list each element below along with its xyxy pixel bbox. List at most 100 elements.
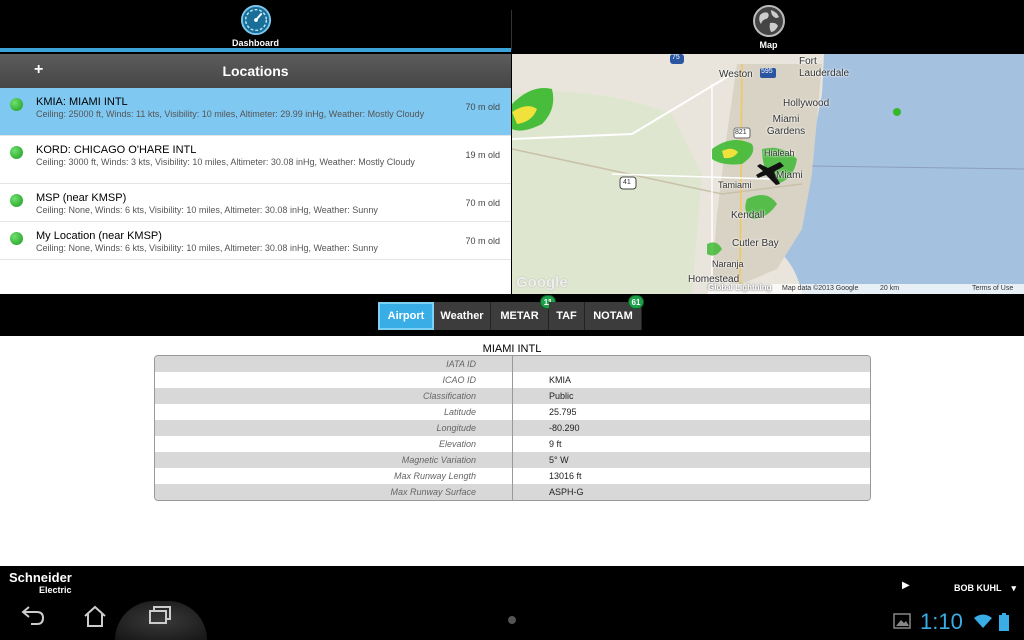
google-logo: Google <box>516 274 568 291</box>
table-row: Max Runway Length 13016 ft <box>155 468 870 484</box>
recent-apps-icon <box>149 606 171 624</box>
page-indicator-dot <box>508 616 516 624</box>
map-place-label: Cutler Bay <box>732 238 779 249</box>
row-key: ICAO ID <box>155 372 513 388</box>
locations-title: Locations <box>222 63 289 79</box>
brand-sub: Electric <box>39 585 72 595</box>
location-age: 19 m old <box>465 150 500 160</box>
schneider-logo: Schneider Electric <box>9 570 72 596</box>
gauge-icon <box>240 4 271 36</box>
table-row: ICAO ID KMIA <box>155 372 870 388</box>
tab-metar[interactable]: METAR 11 <box>491 295 556 330</box>
row-value: Public <box>549 391 574 401</box>
nav-dashboard-label: Dashboard <box>231 38 279 48</box>
location-detail: Ceiling: None, Winds: 6 kts, Visibility:… <box>36 243 378 253</box>
table-row: Elevation 9 ft <box>155 436 870 452</box>
row-value <box>513 356 549 372</box>
user-name: BOB KUHL <box>954 583 1002 593</box>
tab-label: Weather <box>440 310 484 322</box>
row-key: Longitude <box>155 420 513 436</box>
airport-info-panel: MIAMI INTL IATA ID ICAO ID KMIA Classific… <box>0 336 1024 566</box>
location-age: 70 m old <box>465 198 500 208</box>
table-row: Magnetic Variation 5° W <box>155 452 870 468</box>
location-detail: Ceiling: 3000 ft, Winds: 3 kts, Visibili… <box>36 157 415 167</box>
table-row: Longitude -80.290 <box>155 420 870 436</box>
clock: 1:10 <box>920 609 963 634</box>
detail-tab-bar: Airport Weather METAR 11 TAF NOTAM 61 <box>0 294 1024 336</box>
brand-name: Schneider <box>9 570 72 585</box>
highway-821-label: 821 <box>735 129 747 136</box>
airport-title: MIAMI INTL <box>482 343 542 355</box>
map-data-text: Map data ©2013 Google <box>782 285 859 292</box>
table-row: Latitude 25.795 <box>155 404 870 420</box>
tab-airport[interactable]: Airport <box>378 302 434 330</box>
status-dot-icon <box>10 194 23 207</box>
user-menu[interactable]: BOB KUHL ▾ <box>954 583 1016 594</box>
map-place-label: Kendall <box>731 210 765 221</box>
back-arrow-icon <box>21 606 45 625</box>
locations-panel: + Locations KMIA: MIAMI INTL Ceiling: 25… <box>0 54 511 294</box>
home-button[interactable] <box>82 604 108 634</box>
row-value: 25.795 <box>549 407 577 417</box>
row-value: ASPH-G <box>549 487 584 497</box>
table-row: IATA ID <box>155 356 870 372</box>
dropdown-caret-icon: ▾ <box>1011 583 1017 593</box>
top-nav: Dashboard Map <box>0 0 1024 52</box>
nav-dashboard-button[interactable]: Dashboard <box>0 0 511 52</box>
location-detail: Ceiling: None, Winds: 6 kts, Visibility:… <box>36 205 378 215</box>
row-key: Magnetic Variation <box>155 452 513 468</box>
map-place-label: Miami Gardens <box>766 114 806 137</box>
location-name: MSP (near KMSP) <box>36 192 127 204</box>
status-dot-icon <box>10 146 23 159</box>
tab-label: Airport <box>387 310 425 322</box>
row-key: Classification <box>155 388 513 404</box>
nav-map-button[interactable]: Map <box>513 0 1024 52</box>
row-value: 9 ft <box>549 439 562 449</box>
play-icon[interactable]: ▶ <box>902 580 910 591</box>
wifi-icon <box>973 613 993 632</box>
system-bar: Schneider Electric ▶ BOB KUHL ▾ 1:10 <box>0 566 1024 640</box>
notam-count-badge: 61 <box>628 295 644 309</box>
map-canvas <box>512 54 1024 294</box>
image-notification-icon[interactable] <box>893 613 911 632</box>
globe-icon <box>752 5 785 37</box>
location-age: 70 m old <box>465 236 500 246</box>
table-row: Max Runway Surface ASPH-G <box>155 484 870 500</box>
map-view[interactable]: 75 595 821 41 Fort Lauderdale Weston Hol… <box>512 54 1024 294</box>
table-row: Classification Public <box>155 388 870 404</box>
home-icon <box>84 605 106 627</box>
location-row-msp[interactable]: MSP (near KMSP) Ceiling: None, Winds: 6 … <box>0 184 511 222</box>
recent-apps-button[interactable] <box>147 604 173 632</box>
map-place-label: Naranja <box>712 259 744 269</box>
location-row-kord[interactable]: KORD: CHICAGO O'HARE INTL Ceiling: 3000 … <box>0 136 511 184</box>
battery-icon <box>998 613 1010 634</box>
tab-label: METAR <box>500 310 539 322</box>
row-key: Max Runway Length <box>155 468 513 484</box>
highway-75-label: 75 <box>672 54 680 61</box>
map-place-label: Hollywood <box>783 98 830 109</box>
add-location-button[interactable]: + <box>34 61 43 79</box>
lightning-label: Global Lightning <box>708 283 772 292</box>
location-detail: Ceiling: 25000 ft, Winds: 11 kts, Visibi… <box>36 109 425 119</box>
map-place-label: Hialeah <box>764 148 795 158</box>
airport-info-table: IATA ID ICAO ID KMIA Classification Public… <box>154 355 871 501</box>
row-key: Latitude <box>155 404 513 420</box>
map-scale: 20 km <box>880 285 900 292</box>
map-place-label: Weston <box>719 69 753 80</box>
highway-41-label: 41 <box>623 179 631 186</box>
highway-595-label: 595 <box>761 68 773 75</box>
location-row-kmia[interactable]: KMIA: MIAMI INTL Ceiling: 25000 ft, Wind… <box>0 88 511 136</box>
back-button[interactable] <box>20 604 46 632</box>
map-place-label: Tamiami <box>718 180 752 190</box>
location-row-my-location[interactable]: My Location (near KMSP) Ceiling: None, W… <box>0 222 511 260</box>
terms-link[interactable]: Terms of Use <box>972 284 1013 294</box>
tab-notam[interactable]: NOTAM 61 <box>585 295 644 330</box>
row-key: Elevation <box>155 436 513 452</box>
tab-weather[interactable]: Weather <box>434 302 491 330</box>
map-place-label: Fort Lauderdale <box>799 56 850 79</box>
status-dot-icon <box>10 98 23 111</box>
location-name: KORD: CHICAGO O'HARE INTL <box>36 144 197 156</box>
row-value: 5° W <box>549 455 569 465</box>
tabs: Airport Weather METAR 11 TAF NOTAM 61 <box>378 295 644 330</box>
tab-taf[interactable]: TAF <box>549 302 585 330</box>
